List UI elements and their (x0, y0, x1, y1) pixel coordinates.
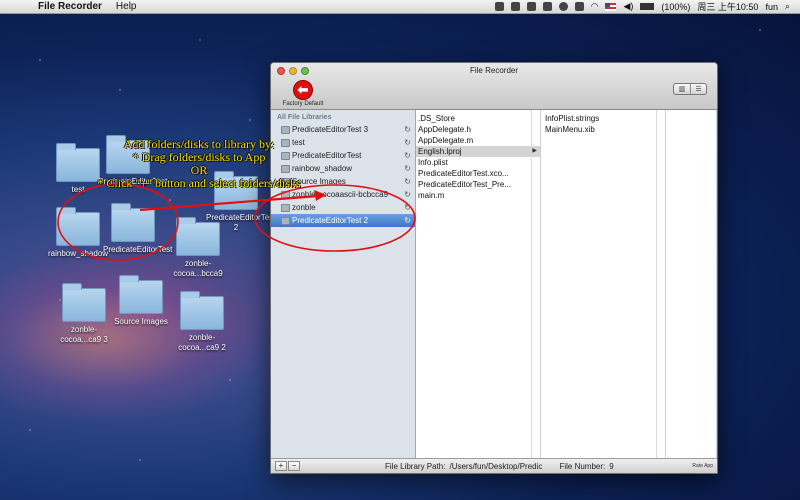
library-path-label: File Library Path: (385, 461, 446, 471)
app-menu[interactable]: File Recorder (38, 1, 102, 12)
refresh-icon[interactable]: ↻ (404, 203, 411, 212)
file-item[interactable]: AppDelegate.m (416, 135, 540, 146)
battery-percentage: (100%) (661, 1, 691, 12)
folder-icon (62, 283, 106, 322)
refresh-icon[interactable]: ↻ (404, 138, 411, 147)
time-machine-icon[interactable] (558, 2, 568, 11)
dropbox-icon[interactable] (542, 2, 552, 11)
instruction-line: * Click "+" button and select folders/di… (97, 176, 301, 190)
user-menu[interactable]: fun (765, 2, 778, 12)
volume-icon[interactable]: ◀) (623, 1, 633, 12)
column-view-icon[interactable]: ▥ (674, 84, 690, 94)
desktop-folder[interactable]: zonble-cocoa...ca9 2 (172, 291, 232, 353)
window-title: File Recorder (469, 66, 518, 75)
add-library-button[interactable]: + (275, 461, 287, 471)
list-view-icon[interactable]: ☰ (690, 84, 706, 94)
clock[interactable]: 周三 上午10:50 (697, 0, 758, 13)
refresh-icon[interactable]: ↻ (404, 216, 411, 225)
tray-app-icon[interactable] (494, 2, 504, 11)
menu-bar: File Recorder Help ◠ ◀) (100%) 周三 上午10:5… (0, 0, 800, 14)
library-icon (281, 125, 290, 134)
desktop-folder[interactable]: PredicateEditorTest (103, 203, 172, 255)
folder-icon (111, 203, 155, 242)
file-recorder-window: File Recorder ⬅ Factory Default ▥ ☰ All … (270, 62, 718, 474)
bag-icon[interactable] (526, 2, 536, 11)
status-bar: + − File Library Path: /Users/fun/Deskto… (271, 458, 717, 473)
sidebar-library-item[interactable]: zonble ↻ (271, 201, 415, 214)
disclosure-arrow-icon: ▶ (532, 148, 537, 154)
help-menu[interactable]: Help (116, 1, 137, 12)
sidebar-library-item-selected[interactable]: PredicateEditorTest 2 ↻ (271, 214, 415, 227)
clipboard-icon[interactable] (510, 2, 520, 11)
refresh-icon[interactable]: ↻ (404, 164, 411, 173)
instruction-text: Add folders/disks to library by: * Drag … (94, 138, 304, 190)
sidebar-library-item[interactable]: PredicateEditorTest 3 ↻ (271, 123, 415, 136)
column-divider[interactable] (531, 110, 532, 458)
folder-icon (119, 275, 163, 314)
rate-app-button[interactable]: Rate App (692, 463, 713, 469)
file-column-3 (666, 110, 717, 458)
window-toolbar: File Recorder ⬅ Factory Default ▥ ☰ (271, 63, 717, 110)
file-column-1: .DS_Store AppDelegate.h AppDelegate.m En… (416, 110, 541, 458)
input-source-flag-icon[interactable] (605, 2, 617, 11)
file-number-value: 9 (609, 461, 614, 471)
factory-default-button[interactable]: ⬅ Factory Default (279, 80, 327, 107)
file-item[interactable]: MainMenu.xib (543, 124, 665, 135)
remove-library-button[interactable]: − (288, 461, 300, 471)
library-icon (281, 203, 290, 212)
view-mode-toggle: ▥ ☰ (673, 83, 707, 95)
folder-icon (56, 207, 100, 246)
file-item[interactable]: Info.plist (416, 157, 540, 168)
sidebar-header: All File Libraries (277, 114, 332, 121)
desktop-folder[interactable]: rainbow_shadow (48, 207, 108, 259)
file-column-2: InfoPlist.strings MainMenu.xib (541, 110, 666, 458)
column-divider[interactable] (656, 110, 657, 458)
file-item[interactable]: InfoPlist.strings (543, 113, 665, 124)
refresh-icon[interactable]: ↻ (404, 177, 411, 186)
factory-default-label: Factory Default (282, 101, 324, 107)
back-arrow-icon: ⬅ (293, 80, 313, 100)
browser-area: All File Libraries PredicateEditorTest 3… (271, 110, 717, 458)
wifi-icon[interactable]: ◠ (591, 1, 599, 12)
file-number-label: File Number: (559, 461, 606, 471)
file-item[interactable]: PredicateEditorTest_Pre... (416, 179, 540, 190)
desktop-folder[interactable]: zonble-cocoa...bcca9 (168, 217, 228, 279)
folder-icon (176, 217, 220, 256)
bluetooth-icon[interactable] (574, 2, 584, 11)
file-item[interactable]: PredicateEditorTest.xco... (416, 168, 540, 179)
library-path-value: /Users/fun/Desktop/Predic (449, 461, 543, 471)
folder-item-selected[interactable]: English.lproj ▶ (416, 146, 540, 157)
refresh-icon[interactable]: ↻ (404, 125, 411, 134)
refresh-icon[interactable]: ↻ (404, 190, 411, 199)
refresh-icon[interactable]: ↻ (404, 151, 411, 160)
desktop-folder[interactable]: zonble-cocoa...ca9 3 (54, 283, 114, 345)
spotlight-icon[interactable]: ⌕ (785, 1, 790, 12)
desktop-folder[interactable]: Source Images (111, 275, 171, 327)
folder-icon (180, 291, 224, 330)
library-icon (281, 216, 290, 225)
file-item[interactable]: main.m (416, 190, 540, 201)
file-item[interactable]: AppDelegate.h (416, 124, 540, 135)
file-item[interactable]: .DS_Store (416, 113, 540, 124)
battery-icon[interactable] (640, 3, 655, 10)
status-area: ◠ ◀) (100%) 周三 上午10:50 fun ⌕ (494, 0, 800, 13)
library-icon (281, 190, 290, 199)
